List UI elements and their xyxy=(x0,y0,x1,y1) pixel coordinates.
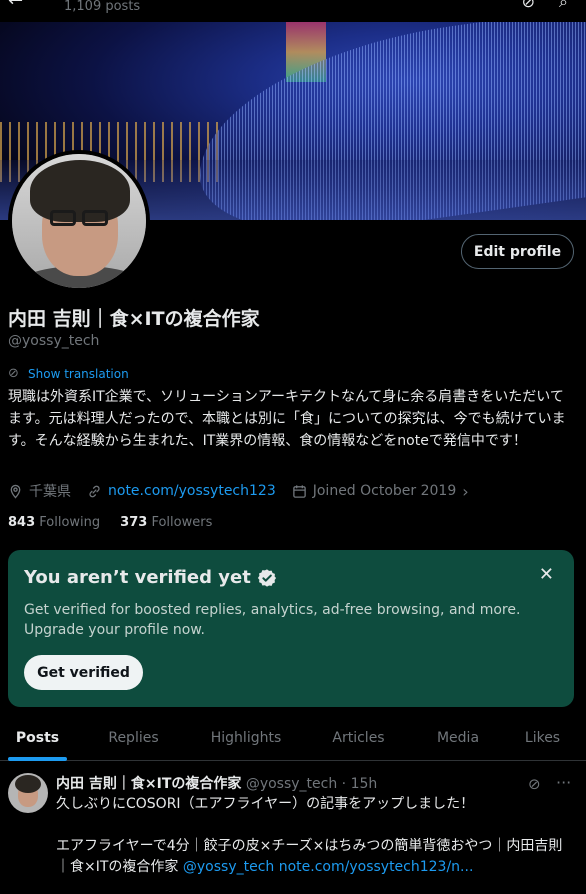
profile-handle: @yossy_tech xyxy=(8,333,100,349)
tab-articles[interactable]: Articles xyxy=(300,715,417,761)
location: 千葉県 xyxy=(8,481,71,501)
grok-explain-icon[interactable]: ⊘ xyxy=(528,775,546,793)
top-bar: ← 1,109 posts ⊘ ⌕ xyxy=(0,0,586,22)
show-translation-link[interactable]: ⊘ Show translation xyxy=(8,366,129,382)
verification-card: You aren’t verified yet ✕ Get verified f… xyxy=(8,550,574,707)
more-options-icon[interactable]: ··· xyxy=(556,773,571,792)
following-stat[interactable]: 843 Following xyxy=(8,515,100,530)
verify-title-text: You aren’t verified yet xyxy=(24,567,251,588)
chevron-right-icon: › xyxy=(462,481,469,501)
post-header: 内田 吉則｜食×ITの複合作家 @yossy_tech · 15h xyxy=(56,776,378,792)
joined-text: Joined October 2019 xyxy=(312,483,457,499)
tab-media[interactable]: Media xyxy=(417,715,499,761)
tab-replies[interactable]: Replies xyxy=(75,715,192,761)
followers-stat[interactable]: 373 Followers xyxy=(120,515,212,530)
followers-count: 373 xyxy=(120,515,148,530)
tab-highlights[interactable]: Highlights xyxy=(192,715,300,761)
post-avatar[interactable] xyxy=(8,773,48,813)
tab-posts[interactable]: Posts xyxy=(0,715,75,761)
close-icon[interactable]: ✕ xyxy=(539,564,554,585)
follow-stats: 843 Following 373 Followers xyxy=(8,515,212,530)
posts-count: 1,109 posts xyxy=(64,0,141,14)
verify-title: You aren’t verified yet xyxy=(24,567,277,588)
get-verified-button[interactable]: Get verified xyxy=(24,655,143,690)
location-pin-icon xyxy=(10,484,21,499)
profile-meta: 千葉県 note.com/yossytech123 Joined October… xyxy=(8,481,469,501)
joined[interactable]: Joined October 2019 › xyxy=(292,482,469,501)
post-author[interactable]: 内田 吉則｜食×ITの複合作家 xyxy=(56,776,241,792)
profile-name: 内田 吉則｜食×ITの複合作家 xyxy=(8,308,260,330)
post-handle[interactable]: @yossy_tech xyxy=(246,776,337,792)
calendar-icon xyxy=(292,484,306,498)
grok-icon[interactable]: ⊘ xyxy=(522,0,535,12)
show-translation-label: Show translation xyxy=(28,367,129,381)
post-line-1: 久しぶりにCOSORI（エアフライヤー）の記事をアップしました！ xyxy=(56,796,475,812)
verified-badge-icon xyxy=(257,568,276,587)
post-mention[interactable]: @yossy_tech xyxy=(183,859,274,875)
post-time[interactable]: 15h xyxy=(351,776,378,792)
verify-description: Get verified for boosted replies, analyt… xyxy=(24,602,521,638)
profile-tabs: Posts Replies Highlights Articles Media … xyxy=(0,715,586,761)
location-text: 千葉県 xyxy=(29,484,71,500)
tab-likes[interactable]: Likes xyxy=(499,715,586,761)
website[interactable]: note.com/yossytech123 xyxy=(87,483,276,499)
edit-profile-button[interactable]: Edit profile xyxy=(461,234,574,269)
profile-bio: 現職は外資系IT企業で、ソリューションアーキテクトなんて身に余る肩書きをいただい… xyxy=(8,389,566,449)
followers-label: Followers xyxy=(151,515,213,530)
post-link[interactable]: note.com/yossytech123/n... xyxy=(279,859,474,875)
following-count: 843 xyxy=(8,515,36,530)
profile-avatar[interactable] xyxy=(8,150,150,292)
link-icon xyxy=(89,485,100,497)
search-icon[interactable]: ⌕ xyxy=(559,0,568,12)
translate-icon: ⊘ xyxy=(8,366,19,381)
post-item[interactable]: 内田 吉則｜食×ITの複合作家 @yossy_tech · 15h ⊘ ··· … xyxy=(0,761,586,894)
back-arrow-icon[interactable]: ← xyxy=(8,0,23,11)
following-label: Following xyxy=(39,515,101,530)
post-text: 久しぶりにCOSORI（エアフライヤー）の記事をアップしました！ エアフライヤー… xyxy=(56,794,576,878)
website-link[interactable]: note.com/yossytech123 xyxy=(108,483,276,499)
